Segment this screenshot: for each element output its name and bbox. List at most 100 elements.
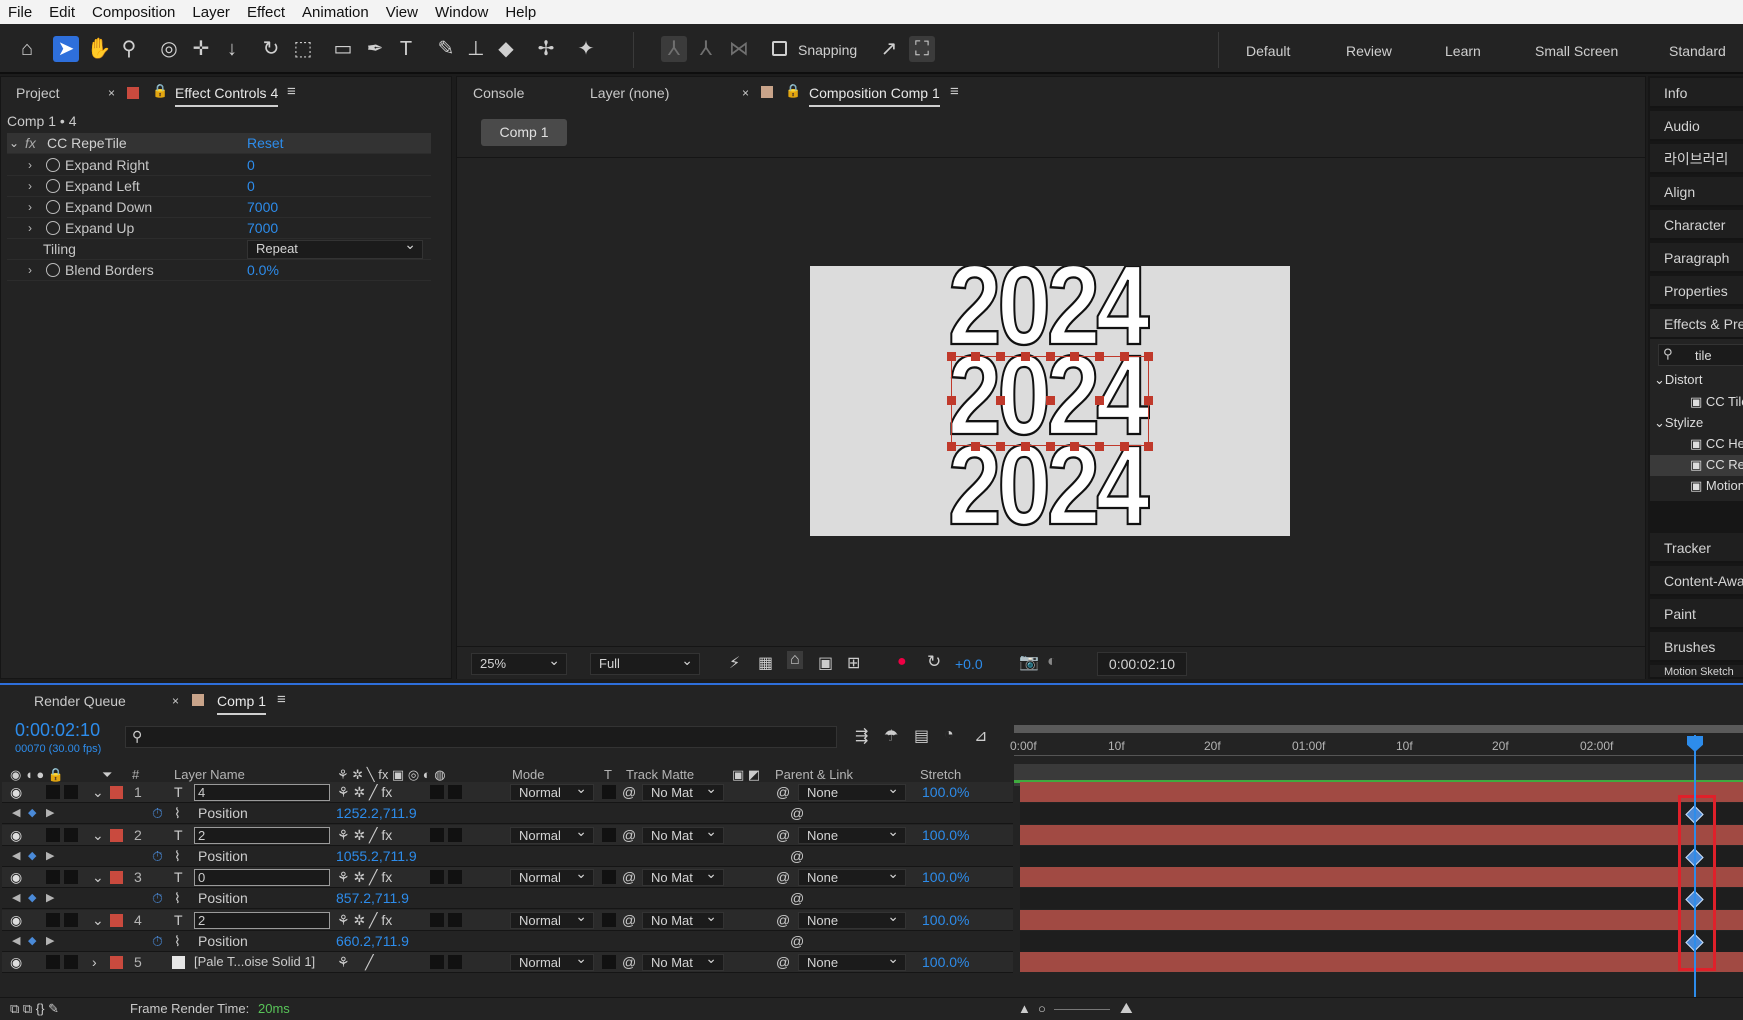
exposure-value[interactable]: +0.0 <box>955 656 983 672</box>
expression-pickwhip-icon[interactable]: @ <box>790 846 804 866</box>
menu-layer[interactable]: Layer <box>192 4 230 21</box>
solo-switch[interactable] <box>46 955 60 969</box>
workspace-default[interactable]: Default <box>1246 43 1290 59</box>
current-time[interactable]: 0:00:02:10 <box>15 720 100 741</box>
matte-pickwhip-icon[interactable]: @ <box>622 825 636 845</box>
expression-pickwhip-icon[interactable]: @ <box>790 888 804 908</box>
parent-dropdown[interactable]: None <box>798 781 906 801</box>
track-matte-dropdown[interactable]: No Mat <box>642 909 724 929</box>
mask-visibility-icon[interactable]: ⌂ <box>787 651 803 669</box>
prev-keyframe-icon[interactable]: ◀ <box>12 803 20 823</box>
stretch-value[interactable]: 100.0% <box>922 825 969 845</box>
adjustment-switch[interactable] <box>430 828 444 842</box>
prev-keyframe-icon[interactable]: ◀ <box>12 846 20 866</box>
param-value[interactable]: 0 <box>247 155 255 176</box>
transparency-grid-icon[interactable]: ▦ <box>758 653 773 673</box>
solo-switch[interactable] <box>46 870 60 884</box>
transform-handle[interactable] <box>1120 442 1129 451</box>
mode-dropdown[interactable]: Normal <box>510 909 594 929</box>
panel-tracker[interactable]: Tracker <box>1650 533 1743 563</box>
workspace-small-screen[interactable]: Small Screen <box>1535 43 1618 59</box>
menu-effect[interactable]: Effect <box>247 4 285 21</box>
next-keyframe-icon[interactable]: ▶ <box>46 888 54 908</box>
panel-content-aware-fill[interactable]: Content-Aware Fill <box>1650 566 1743 596</box>
chevron-down-icon[interactable]: ⌄ <box>92 825 104 845</box>
panel-paint[interactable]: Paint <box>1650 599 1743 629</box>
playhead-line[interactable] <box>1694 735 1696 997</box>
menu-view[interactable]: View <box>386 4 418 21</box>
layer-row[interactable]: ◉ ⌄ 2 T 2 ⚘ ✲ ╱ fx Normal @ No Mat @ Non… <box>2 824 1013 846</box>
menu-edit[interactable]: Edit <box>49 4 75 21</box>
visibility-eye-icon[interactable]: ◉ <box>10 825 22 845</box>
preserve-transparency[interactable] <box>602 913 616 927</box>
comp-canvas[interactable]: 2024 2024 2024 <box>810 266 1290 536</box>
lock-switch[interactable] <box>64 870 78 884</box>
layer-duration-bar[interactable] <box>1020 867 1743 887</box>
mode-dropdown[interactable]: Normal <box>510 866 594 886</box>
transform-handle[interactable] <box>1095 352 1104 361</box>
transform-handle[interactable] <box>971 442 980 451</box>
snap-options-icon[interactable]: ↗ <box>876 36 902 62</box>
lock-icon[interactable]: 🔒 <box>152 83 168 99</box>
solo-switch[interactable] <box>46 828 60 842</box>
stopwatch-icon[interactable]: ⏱ <box>152 888 163 908</box>
stopwatch-icon[interactable] <box>46 179 60 193</box>
chevron-right-icon[interactable]: › <box>92 952 97 972</box>
next-keyframe-icon[interactable]: ▶ <box>46 846 54 866</box>
preserve-transparency[interactable] <box>602 828 616 842</box>
preserve-transparency[interactable] <box>602 955 616 969</box>
effects-search-field[interactable]: ⚲ tile <box>1658 344 1743 366</box>
layer-row[interactable]: ◉ ⌄ 3 T 0 ⚘ ✲ ╱ fx Normal @ No Mat @ Non… <box>2 866 1013 888</box>
3d-switch[interactable] <box>448 913 462 927</box>
zoom-out-icon[interactable]: ▲ <box>1018 998 1031 1020</box>
graph-editor-icon[interactable]: ⊿ <box>974 726 987 746</box>
view-axis-icon[interactable]: ⋈ <box>726 36 752 62</box>
track-matte-dropdown[interactable]: No Mat <box>642 951 724 971</box>
zoom-tool-icon[interactable]: ⚲ <box>116 36 142 62</box>
panel-character[interactable]: Character <box>1650 210 1743 240</box>
puppet-pin-icon[interactable]: ✦ <box>573 36 599 62</box>
group-distort[interactable]: ⌄Distort <box>1654 372 1702 388</box>
graph-icon[interactable]: ⌇ <box>174 846 181 866</box>
chevron-down-icon[interactable]: ⌄ <box>9 133 19 154</box>
clone-stamp-icon[interactable]: ⊥ <box>463 36 489 62</box>
transform-handle[interactable] <box>947 442 956 451</box>
reset-link[interactable]: Reset <box>247 133 284 154</box>
layer-duration-bar[interactable] <box>1020 782 1743 802</box>
panel-libraries[interactable]: 라이브러리 <box>1650 144 1743 174</box>
visibility-eye-icon[interactable]: ◉ <box>10 867 22 887</box>
parent-dropdown[interactable]: None <box>798 909 906 929</box>
frame-blending-icon[interactable]: ▤ <box>914 726 929 746</box>
lock-switch[interactable] <box>64 955 78 969</box>
transform-handle[interactable] <box>1046 442 1055 451</box>
resolution-dropdown[interactable]: Full <box>590 650 700 675</box>
panel-menu-icon[interactable]: ≡ <box>277 691 286 708</box>
pan-camera-icon[interactable]: ✛ <box>188 36 214 62</box>
param-value[interactable]: 7000 <box>247 197 278 218</box>
tiling-dropdown[interactable]: Repeat <box>247 237 423 259</box>
menu-animation[interactable]: Animation <box>302 4 369 21</box>
lock-switch[interactable] <box>64 785 78 799</box>
expression-pickwhip-icon[interactable]: @ <box>790 803 804 823</box>
stopwatch-icon[interactable] <box>46 200 60 214</box>
transform-handle[interactable] <box>1144 442 1153 451</box>
snapping-checkbox[interactable] <box>772 41 787 56</box>
zoom-slider-thumb[interactable]: ○ <box>1038 998 1046 1020</box>
layer-duration-bar[interactable] <box>1020 952 1743 972</box>
add-keyframe-icon[interactable]: ◆ <box>28 931 36 951</box>
adjustment-switch[interactable] <box>430 870 444 884</box>
panel-motion-sketch[interactable]: Motion Sketch <box>1650 665 1743 679</box>
panel-paragraph[interactable]: Paragraph <box>1650 243 1743 273</box>
comp-mini-flowchart-icon[interactable]: ⇶ <box>855 726 868 746</box>
position-value[interactable]: 857.2,711.9 <box>336 888 409 908</box>
pan-behind-icon[interactable]: ⬚ <box>290 36 316 62</box>
close-tab-icon[interactable]: × <box>172 694 179 708</box>
stretch-value[interactable]: 100.0% <box>922 952 969 972</box>
panel-brushes[interactable]: Brushes <box>1650 632 1743 662</box>
position-value[interactable]: 1252.2,711.9 <box>336 803 417 823</box>
add-keyframe-icon[interactable]: ◆ <box>28 846 36 866</box>
region-of-interest-icon[interactable]: ▣ <box>818 653 833 673</box>
mode-dropdown[interactable]: Normal <box>510 781 594 801</box>
lock-switch[interactable] <box>64 828 78 842</box>
label-color[interactable] <box>110 871 123 884</box>
